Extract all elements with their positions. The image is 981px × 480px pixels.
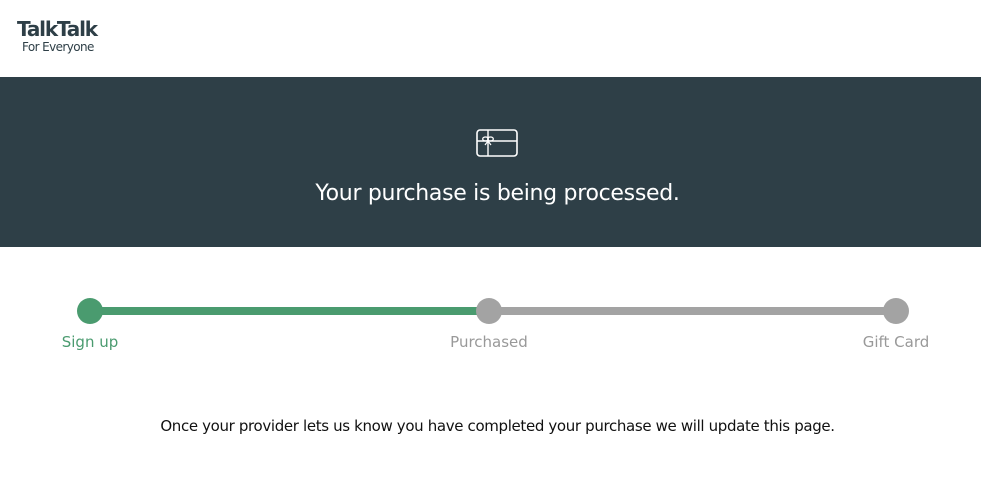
banner-title: Your purchase is being processed. (315, 181, 680, 206)
step-dot-sign-up (77, 298, 103, 324)
step-dot-purchased (476, 298, 502, 324)
step-dot-gift-card (883, 298, 909, 324)
progress-track-remaining (489, 307, 896, 315)
logo-brand: TalkTalk (17, 17, 98, 41)
status-message: Once your provider lets us know you have… (160, 417, 835, 435)
status-banner: Your purchase is being processed. (0, 77, 981, 247)
page: TalkTalk For Everyone Your purchase is b… (0, 0, 981, 480)
talktalk-logo[interactable]: TalkTalk For Everyone (17, 17, 117, 57)
step-label-sign-up: Sign up (61, 333, 119, 351)
step-label-purchased: Purchased (450, 333, 528, 351)
progress-stepper: Sign up Purchased Gift Card (0, 290, 981, 360)
step-label-gift-card: Gift Card (862, 333, 930, 351)
progress-track-complete (90, 307, 490, 315)
logo-tagline: For Everyone (22, 40, 94, 54)
gift-card-icon (476, 129, 518, 157)
header: TalkTalk For Everyone (0, 0, 981, 77)
